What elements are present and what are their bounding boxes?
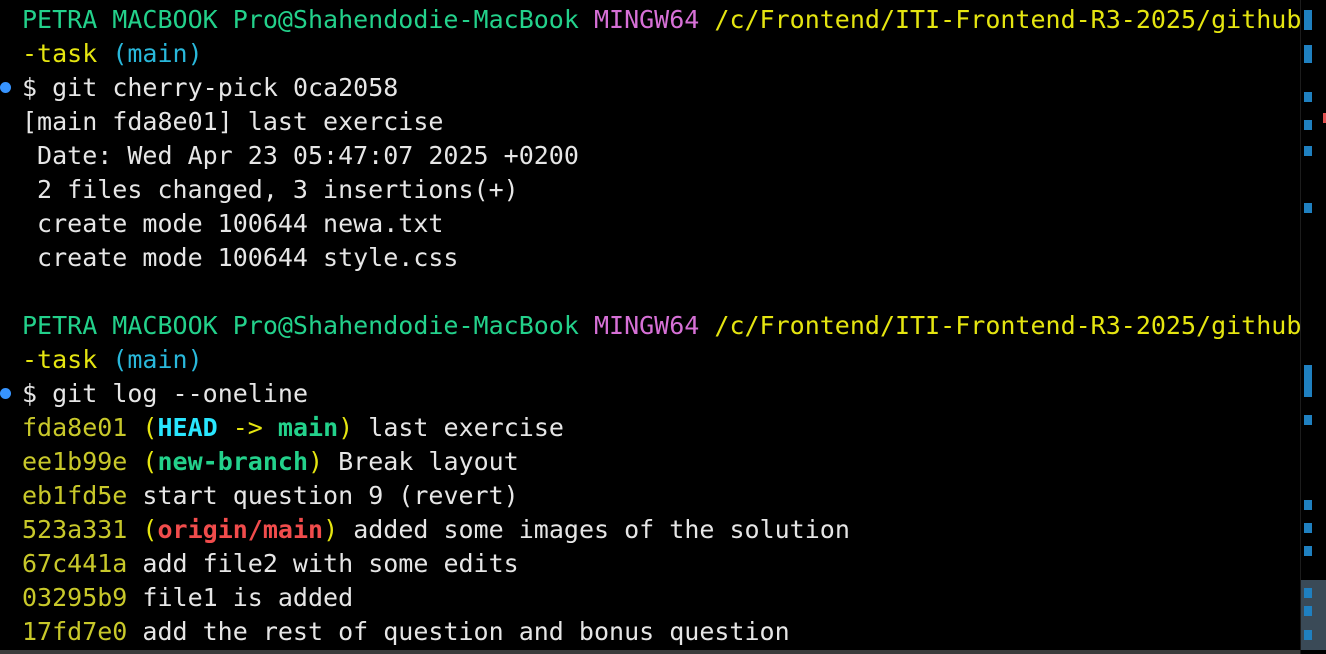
prompt-path-cont: -task [22,39,98,68]
scrollbar-marker [1304,365,1312,397]
commit-hash: 67c441a [22,549,128,578]
prompt-user-host: PETRA MACBOOK Pro@Shahendodie-MacBook [22,5,579,34]
ref-open: ( [142,515,158,544]
command-text: git log --oneline [52,379,308,408]
output-line: create mode 100644 style.css [22,243,459,272]
commit-hash: ee1b99e [22,447,128,476]
output-line: Date: Wed Apr 23 05:47:07 2025 +0200 [22,141,579,170]
command-decoration-icon[interactable] [0,82,11,93]
prompt-path: /c/Frontend/ITI-Frontend-R3-2025/github [714,5,1300,34]
commit-hash: 17fd7e0 [22,617,128,646]
ref-close: ) [308,447,324,476]
scrollbar-marker [1304,546,1312,556]
scrollbar-marker [1304,120,1312,130]
scrollbar-marker [1304,146,1312,156]
prompt-symbol: $ [22,73,38,102]
log-entry: 03295b9 file1 is added [22,581,353,615]
log-entry: 17fd7e0 add the rest of question and bon… [22,615,790,649]
prompt-system: MINGW64 [593,311,700,340]
log-entry: fda8e01 (HEAD -> main) last exercise [22,411,564,445]
command-text: git cherry-pick 0ca2058 [52,73,399,102]
head-ref: HEAD [157,413,218,442]
ref-close: ) [338,413,354,442]
prompt-symbol: $ [22,379,38,408]
remote-ref: origin/main [157,515,324,544]
scrollbar-marker [1304,415,1312,425]
ref-open: ( [142,413,158,442]
commit-message: Break layout [338,447,519,476]
output-line: create mode 100644 newa.txt [22,209,444,238]
output-line: [main fda8e01] last exercise [22,107,444,136]
log-entry: ee1b99e (new-branch) Break layout [22,445,519,479]
prompt-line-cont: -task (main) [22,343,203,377]
commit-hash: 03295b9 [22,583,128,612]
prompt-line: PETRA MACBOOK Pro@Shahendodie-MacBook MI… [22,3,1300,37]
commit-message: add the rest of question and bonus quest… [142,617,790,646]
prompt-branch: (main) [112,345,203,374]
prompt-system: MINGW64 [593,5,700,34]
commit-message: file1 is added [142,583,354,612]
log-entry: 67c441a add file2 with some edits [22,547,519,581]
scrollbar-marker [1304,588,1312,598]
prompt-path: /c/Frontend/ITI-Frontend-R3-2025/github [714,311,1300,340]
commit-message: added some images of the solution [353,515,850,544]
command-line: $ git cherry-pick 0ca2058 [22,71,398,105]
branch-ref: new-branch [157,447,308,476]
branch-ref: main [277,413,339,442]
output-line: 2 files changed, 3 insertions(+) [22,175,519,204]
terminal-output[interactable]: PETRA MACBOOK Pro@Shahendodie-MacBook MI… [0,0,1300,650]
prompt-branch: (main) [112,39,203,68]
scrollbar-marker [1304,203,1312,213]
scrollbar-marker [1304,45,1312,63]
scrollbar-marker [1304,523,1312,533]
scrollbar-marker [1304,500,1312,510]
panel-bottom-border [0,650,1300,654]
vertical-scrollbar[interactable] [1300,0,1326,654]
log-entry: eb1fd5e start question 9 (revert) [22,479,519,513]
commit-message: last exercise [368,413,564,442]
ref-close: ) [323,515,339,544]
commit-message: start question 9 (revert) [142,481,519,510]
scrollbar-marker [1304,92,1312,102]
commit-message: add file2 with some edits [142,549,519,578]
command-decoration-icon[interactable] [0,388,11,399]
scrollbar-marker [1304,10,1312,30]
commit-hash: 523a331 [22,515,128,544]
ref-open: ( [142,447,158,476]
prompt-line: PETRA MACBOOK Pro@Shahendodie-MacBook MI… [22,309,1300,343]
scrollbar-marker [1304,606,1312,616]
log-entry: 523a331 (origin/main) added some images … [22,513,850,547]
commit-hash: fda8e01 [22,413,128,442]
commit-hash: eb1fd5e [22,481,128,510]
prompt-line-cont: -task (main) [22,37,203,71]
ref-arrow: -> [217,413,278,442]
command-line: $ git log --oneline [22,377,308,411]
prompt-path-cont: -task [22,345,98,374]
prompt-user-host: PETRA MACBOOK Pro@Shahendodie-MacBook [22,311,579,340]
scrollbar-marker [1304,630,1312,640]
